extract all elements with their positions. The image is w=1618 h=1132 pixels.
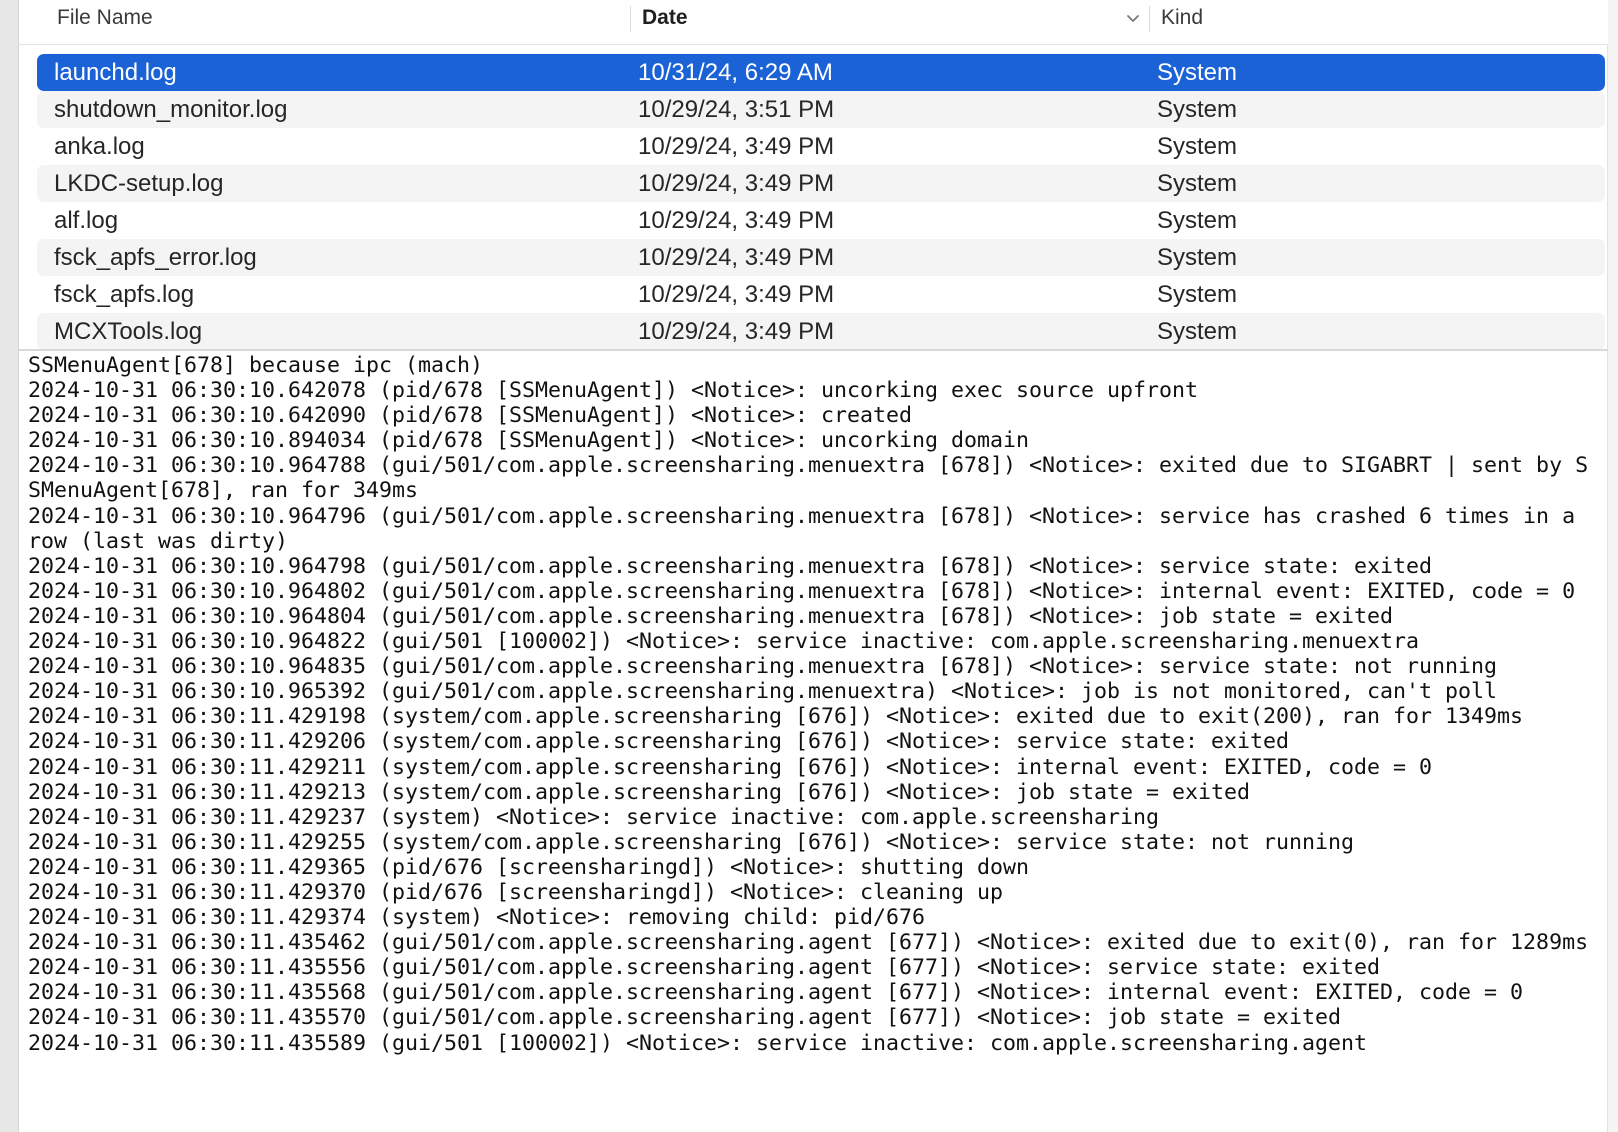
log-line: 2024-10-31 06:30:11.429213 (system/com.a… <box>28 779 1251 805</box>
log-line: 2024-10-31 06:30:11.429365 (pid/676 [scr… <box>28 854 1030 880</box>
date-cell: 10/29/24, 3:49 PM <box>638 170 835 197</box>
table-row[interactable]: MCXTools.log 10/29/24, 3:49 PM System <box>37 313 1605 350</box>
column-divider[interactable] <box>1149 6 1150 32</box>
log-line: 2024-10-31 06:30:11.429255 (system/com.a… <box>28 829 1355 855</box>
date-cell: 10/29/24, 3:49 PM <box>638 244 835 271</box>
log-line: 2024-10-31 06:30:10.964788 (gui/501/com.… <box>28 453 1589 504</box>
table-row[interactable]: fsck_apfs.log 10/29/24, 3:49 PM System <box>37 276 1605 313</box>
log-line: 2024-10-31 06:30:10.964798 (gui/501/com.… <box>28 553 1433 579</box>
kind-cell: System <box>1157 133 1238 160</box>
file-name-cell: launchd.log <box>54 59 177 86</box>
log-line: 2024-10-31 06:30:11.429370 (pid/676 [scr… <box>28 879 1004 905</box>
file-name-cell: fsck_apfs_error.log <box>54 244 257 271</box>
log-line: 2024-10-31 06:30:11.435462 (gui/501/com.… <box>28 930 1589 956</box>
table-row[interactable]: fsck_apfs_error.log 10/29/24, 3:49 PM Syst… <box>37 239 1605 276</box>
log-line: 2024-10-31 06:30:10.965392 (gui/501/com.… <box>28 679 1498 705</box>
date-cell: 10/29/24, 3:49 PM <box>638 318 835 345</box>
date-cell: 10/29/24, 3:49 PM <box>638 207 835 234</box>
log-line: 2024-10-31 06:30:10.964796 (gui/501/com.… <box>28 503 1589 554</box>
log-line: 2024-10-31 06:30:11.429206 (system/com.a… <box>28 729 1290 755</box>
file-name-cell: alf.log <box>54 207 119 234</box>
log-line: 2024-10-31 06:30:11.435556 (gui/501/com.… <box>28 955 1381 981</box>
console-window: File Name Date Kind launchd.log 10/31/24,… <box>0 0 1618 1132</box>
sidebar-edge <box>0 0 19 1132</box>
column-header-kind[interactable]: Kind <box>1161 0 1203 36</box>
log-line: 2024-10-31 06:30:10.964822 (gui/501 [100… <box>28 629 1420 655</box>
column-header-file-name[interactable]: File Name <box>57 0 153 36</box>
file-name-cell: shutdown_monitor.log <box>54 96 288 123</box>
pane-splitter[interactable] <box>19 349 1608 351</box>
date-cell: 10/29/24, 3:51 PM <box>638 96 835 123</box>
column-divider[interactable] <box>630 6 631 32</box>
log-line: 2024-10-31 06:30:10.642078 (pid/678 [SSM… <box>28 378 1199 404</box>
table-row[interactable]: LKDC-setup.log 10/29/24, 3:49 PM System <box>37 165 1605 202</box>
table-row[interactable]: shutdown_monitor.log 10/29/24, 3:51 PM Sys… <box>37 91 1605 128</box>
table-row[interactable]: launchd.log 10/31/24, 6:29 AM System <box>37 54 1605 91</box>
log-line: 2024-10-31 06:30:11.435568 (gui/501/com.… <box>28 980 1524 1006</box>
scrollbar-track[interactable] <box>1607 0 1618 1132</box>
kind-cell: System <box>1157 170 1238 197</box>
log-line: 2024-10-31 06:30:10.964802 (gui/501/com.… <box>28 578 1576 604</box>
log-line: 2024-10-31 06:30:10.894034 (pid/678 [SSM… <box>28 428 1030 454</box>
log-line: SSMenuAgent[678] because ipc (mach) <box>28 353 484 378</box>
log-line: 2024-10-31 06:30:11.429237 (system) <Not… <box>28 804 1160 830</box>
file-list: launchd.log 10/31/24, 6:29 AM System shutdo… <box>37 54 1605 350</box>
chevron-down-icon[interactable] <box>1123 8 1143 28</box>
log-line: 2024-10-31 06:30:11.429374 (system) <Not… <box>28 905 926 931</box>
date-cell: 10/29/24, 3:49 PM <box>638 133 835 160</box>
kind-cell: System <box>1157 244 1238 271</box>
file-name-cell: MCXTools.log <box>54 318 203 345</box>
kind-cell: System <box>1157 318 1238 345</box>
log-line: 2024-10-31 06:30:11.429198 (system/com.a… <box>28 704 1524 730</box>
log-line: 2024-10-31 06:30:11.435589 (gui/501 [100… <box>28 1030 1368 1056</box>
kind-cell: System <box>1157 59 1238 86</box>
date-cell: 10/31/24, 6:29 AM <box>638 59 833 86</box>
file-name-cell: LKDC-setup.log <box>54 170 224 197</box>
date-cell: 10/29/24, 3:49 PM <box>638 281 835 308</box>
kind-cell: System <box>1157 96 1238 123</box>
file-name-cell: anka.log <box>54 133 145 160</box>
log-line: 2024-10-31 06:30:10.642090 (pid/678 [SSM… <box>28 403 913 429</box>
table-header: File Name Date Kind <box>19 0 1608 45</box>
kind-cell: System <box>1157 207 1238 234</box>
file-name-cell: fsck_apfs.log <box>54 281 195 308</box>
log-line: 2024-10-31 06:30:11.435570 (gui/501/com.… <box>28 1005 1342 1031</box>
column-header-date[interactable]: Date <box>642 0 688 36</box>
kind-cell: System <box>1157 281 1238 308</box>
table-row[interactable]: anka.log 10/29/24, 3:49 PM System <box>37 128 1605 165</box>
log-line: 2024-10-31 06:30:10.964835 (gui/501/com.… <box>28 654 1498 680</box>
log-text-view[interactable]: SSMenuAgent[678] because ipc (mach) 2024-… <box>28 353 1600 1132</box>
log-line: 2024-10-31 06:30:11.429211 (system/com.a… <box>28 754 1433 780</box>
log-line: 2024-10-31 06:30:10.964804 (gui/501/com.… <box>28 603 1394 629</box>
table-row[interactable]: alf.log 10/29/24, 3:49 PM System <box>37 202 1605 239</box>
